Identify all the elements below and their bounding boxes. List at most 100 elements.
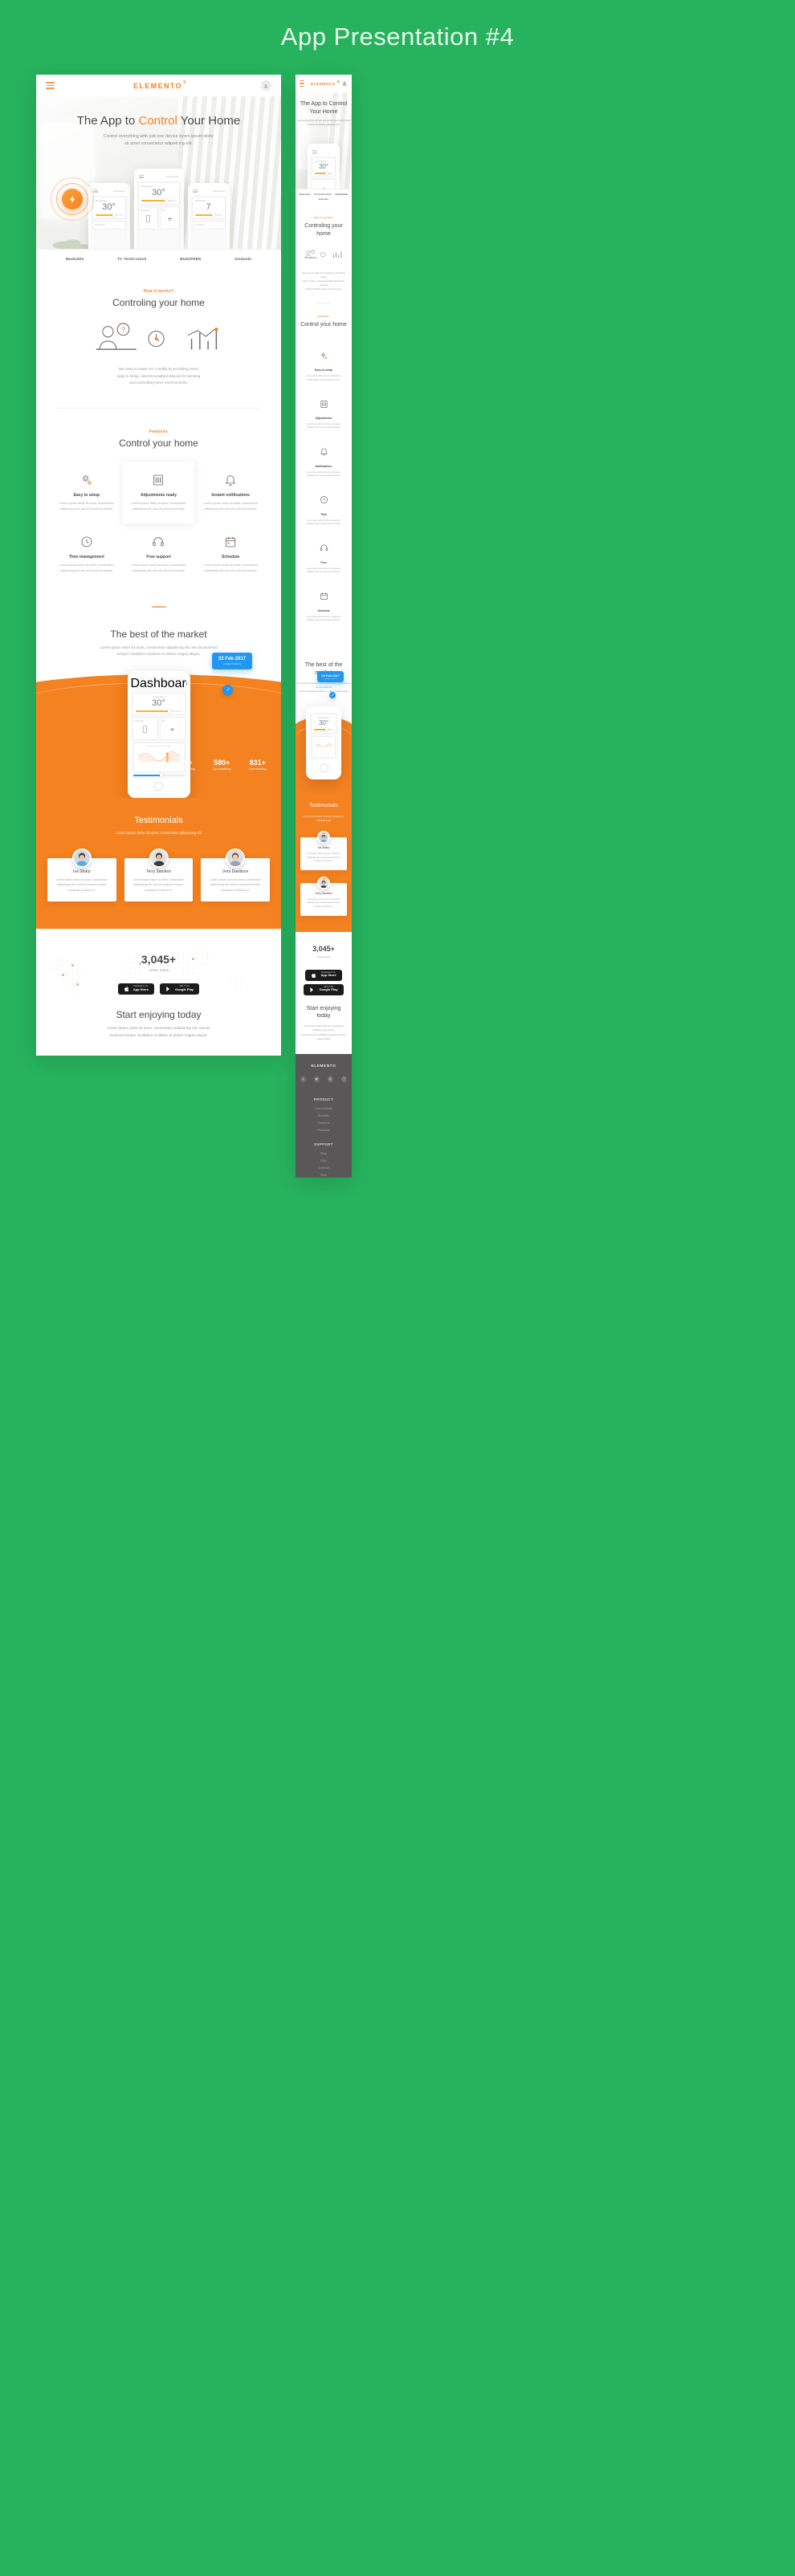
footer-link[interactable]: Help [300,1174,347,1177]
how-it-works-section: How it works? Controling your home ? We … [36,268,281,409]
instagram-icon[interactable] [328,1075,333,1083]
market-section: The best of the market Lorem ipsum dolor… [36,607,281,799]
temperature-slider[interactable] [135,709,182,713]
hero-heading-after: Your Home [177,114,241,128]
section-title: Controling your home [112,297,205,308]
stats-row: 30+ Type something 580+ Type something 8… [177,759,267,771]
lightning-bolt-icon[interactable] [51,177,94,221]
hero-subtitle: Control everything with just one device … [104,134,214,147]
testimonial-card: Terry Sanders Lorem ipsum dolor sit amet… [300,876,347,916]
testimonial-cards: Iva Sharp Lorem ipsum dolor sit amet, co… [300,831,347,916]
testimonial-card: Iva Sharp Lorem ipsum dolor sit amet, co… [300,831,347,870]
footer-link[interactable]: Features [300,1121,347,1125]
testimonial-text: Lorem ipsum dolor sit amet, consectetur … [55,877,108,893]
footer-link[interactable]: Products [300,1129,347,1132]
feature-title: Time management [68,554,104,560]
hamburger-icon[interactable] [300,79,304,88]
feature-card[interactable]: Time management Lorem ipsum dolor sit am… [51,523,123,585]
home-button[interactable] [319,763,328,773]
hero-phone-group: Dashboard Temperature 30° Front Door Das… [88,169,230,249]
footer-socials [300,1075,347,1083]
google-play-button[interactable]: GET IT ON Google Play [304,983,344,995]
feature-card[interactable]: Adjustments Lorem ipsum dolor sit amet, … [300,389,347,437]
feature-card[interactable]: Easy to setup Lorem ipsum dolor sit amet… [300,341,347,389]
press-logo: BUZZFEED [335,193,349,197]
footer-link[interactable]: FAQ [300,1159,347,1162]
temperature-slider[interactable] [315,171,332,175]
mobile-press-logos: Mashable TC TechCrunch BUZZFEED Gizmodo [296,189,352,206]
feature-card[interactable]: Schedule Lorem ipsum dolor sit amet, con… [300,582,347,630]
testimonial-card: Terry Sanders Lorem ipsum dolor sit amet… [124,848,194,901]
brand-logo[interactable]: ELEMENTO ® [132,80,186,90]
feature-title: Easy to setup [73,492,100,498]
user-icon[interactable] [260,80,271,91]
dribbble-icon[interactable] [341,1075,347,1083]
temperature-slider[interactable] [314,727,333,731]
check-icon[interactable] [329,692,336,699]
play-icon [166,986,169,992]
press-logo: BUZZFEED [180,257,202,261]
cta-body: Lorem ipsum dolor sit amet, consectetur … [107,1026,210,1037]
app-store-button[interactable]: Download on the App Store [305,969,342,981]
user-icon[interactable] [341,80,348,87]
check-icon[interactable] [222,684,233,695]
hero-heading: The App to Control Your Home [36,96,281,128]
store-buttons: Download on the App Store GET IT ON Google… [300,969,347,995]
press-logo: Gizmodo [234,257,252,261]
feature-card[interactable]: Free Lorem ipsum dolor sit amet, consect… [300,534,347,582]
feature-desc: Lorem ipsum dolor sit amet, consectetur … [59,563,114,572]
stat-item: 831+ Type something [248,759,267,771]
footer-link[interactable]: Blog [300,1152,347,1155]
temperature-slider[interactable] [95,213,123,217]
app-store-button[interactable]: Download on the App Store [117,983,154,995]
feature-card[interactable]: Schedule Lorem ipsum dolor sit amet, con… [194,523,267,585]
features-section: Features Control your home Easy to setup… [36,408,281,606]
section-kicker: How it works? [143,289,174,294]
users-section: 3,045+ Active users Download on the App S… [36,929,281,1056]
feature-card[interactable]: Free support Lorem ipsum dolor sit amet,… [123,523,195,585]
home-button[interactable] [154,782,163,792]
google-play-button[interactable]: GET IT ON Google Play [160,983,200,995]
twitter-icon[interactable] [314,1075,320,1083]
mobile-how-it-works: How it works? Controling your home ? We … [296,205,352,303]
bell-icon [201,473,260,487]
brand-logo[interactable]: ELEMENTO ® [311,80,340,86]
headset-icon [304,541,344,555]
notification-bubble[interactable]: 22 Feb 2017 LUNCH TIME 15 [317,671,344,683]
footer-columns: PRODUCT How it works Benefits Features P… [300,1097,347,1178]
feature-title: Instant notifications [211,492,250,498]
avatar [226,848,246,868]
calendar-icon [201,535,260,549]
facebook-icon[interactable] [300,1075,306,1083]
testimonial-text: Lorem ipsum dolor sit amet, consectetur … [132,877,185,893]
stat-item: 580+ Type something [212,759,231,771]
temperature-slider[interactable] [194,213,222,217]
footer-link[interactable]: Benefits [300,1114,347,1117]
desktop-mockup: ELEMENTO ® The App to Control Your Home C… [36,75,281,1056]
feature-card[interactable]: Easy to setup Lorem ipsum dolor sit amet… [51,462,123,523]
brand-name: ELEMENTO [132,81,183,90]
apple-icon [124,986,129,992]
notification-bubble[interactable]: 22 Feb 2017 LUNCH TIME 15 [211,652,252,669]
feature-card[interactable]: Adjustments ready Lorem ipsum dolor sit … [122,461,195,523]
page-title: App Presentation #4 [280,22,515,51]
bottom-slider[interactable] [132,773,185,777]
hamburger-icon[interactable] [46,80,55,90]
feature-card[interactable]: Time Lorem ipsum dolor sit amet, consect… [300,486,347,534]
footer-column: SUPPORT Blog FAQ Contact Help [300,1142,347,1178]
testimonial-name: Terry Sanders [145,869,172,874]
feature-card[interactable]: Instant notifications Lorem ipsum dolor … [194,462,267,523]
temperature-slider[interactable] [141,198,177,202]
world-map-dots [52,953,242,999]
footer-link[interactable]: Contact [300,1166,347,1170]
footer-link[interactable]: How it works [300,1107,347,1110]
mobile-footer: ELEMENTO PRODUCT How it works Benefits F… [296,1053,352,1178]
testimonials-subtitle: Lorem ipsum dolor sit amet, consectetur … [116,831,202,836]
showcase-phone: Temperature 30° [306,706,341,780]
phone-center: Temperature 30° [308,144,340,189]
feature-card[interactable]: Notifications Lorem ipsum dolor sit amet… [300,437,347,486]
avatar [149,848,169,868]
mobile-market: The best of the market Lorem ipsum dolor… [296,641,352,794]
active-users-label: Active users [148,968,169,972]
svg-text:?: ? [121,326,125,335]
